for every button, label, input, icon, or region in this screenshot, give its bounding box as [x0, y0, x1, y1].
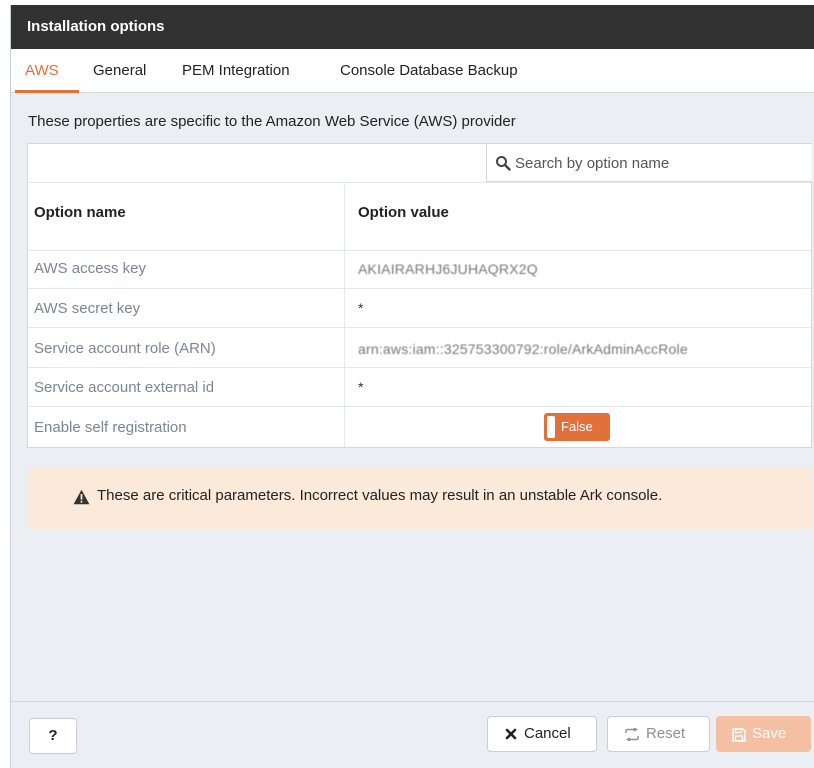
- divider: [28, 406, 811, 407]
- option-name: Service account role (ARN): [34, 340, 216, 357]
- installation-options-dialog: Installation options AWS General PEM Int…: [10, 5, 814, 768]
- close-icon: [505, 728, 517, 740]
- options-table: Option name Option value AWS access key …: [27, 143, 812, 448]
- active-tab-indicator: [15, 90, 79, 93]
- column-header-option-name: Option name: [34, 204, 126, 221]
- option-value: *: [358, 379, 364, 395]
- search-input[interactable]: [515, 150, 795, 176]
- option-value: arn:aws:iam::325753300792:role/ArkAdminA…: [358, 341, 688, 357]
- tab-console-database-backup[interactable]: Console Database Backup: [340, 49, 518, 93]
- tab-bar: AWS General PEM Integration Console Data…: [11, 49, 814, 93]
- save-label: Save: [752, 725, 787, 742]
- cancel-label: Cancel: [524, 725, 571, 742]
- help-button[interactable]: ?: [29, 718, 77, 754]
- divider: [28, 327, 811, 328]
- column-header-option-value: Option value: [358, 204, 449, 221]
- reset-icon: [625, 728, 639, 741]
- tab-general[interactable]: General: [93, 49, 146, 93]
- tab-pem-integration[interactable]: PEM Integration: [182, 49, 290, 93]
- toggle-label: False: [561, 419, 593, 434]
- option-name: AWS secret key: [34, 300, 141, 317]
- save-icon: [732, 728, 746, 742]
- cancel-button[interactable]: Cancel: [487, 716, 597, 752]
- search-icon: [496, 156, 511, 171]
- option-name: Enable self registration: [34, 419, 187, 436]
- save-button[interactable]: Save: [716, 716, 811, 752]
- warning-alert: These are critical parameters. Incorrect…: [27, 467, 812, 529]
- dialog-title: Installation options: [11, 5, 814, 49]
- divider: [28, 250, 811, 251]
- dialog-footer: ? Cancel Reset Save: [11, 701, 814, 768]
- option-value: AKIAIRARHJ6JUHAQRX2Q: [358, 261, 538, 277]
- column-divider: [344, 182, 345, 447]
- divider: [28, 367, 811, 368]
- tab-aws[interactable]: AWS: [25, 49, 59, 93]
- self-registration-toggle[interactable]: False: [544, 413, 610, 441]
- warning-icon: [73, 489, 90, 505]
- warning-text: These are critical parameters. Incorrect…: [97, 487, 663, 504]
- search-box[interactable]: [486, 144, 812, 182]
- toggle-knob: [547, 416, 555, 438]
- option-name: AWS access key: [34, 260, 146, 277]
- reset-label: Reset: [646, 725, 686, 742]
- provider-description: These properties are specific to the Ama…: [28, 113, 516, 130]
- divider: [28, 182, 811, 183]
- divider: [28, 288, 811, 289]
- option-value: *: [358, 300, 364, 316]
- reset-button[interactable]: Reset: [607, 716, 710, 752]
- option-name: Service account external id: [34, 379, 215, 396]
